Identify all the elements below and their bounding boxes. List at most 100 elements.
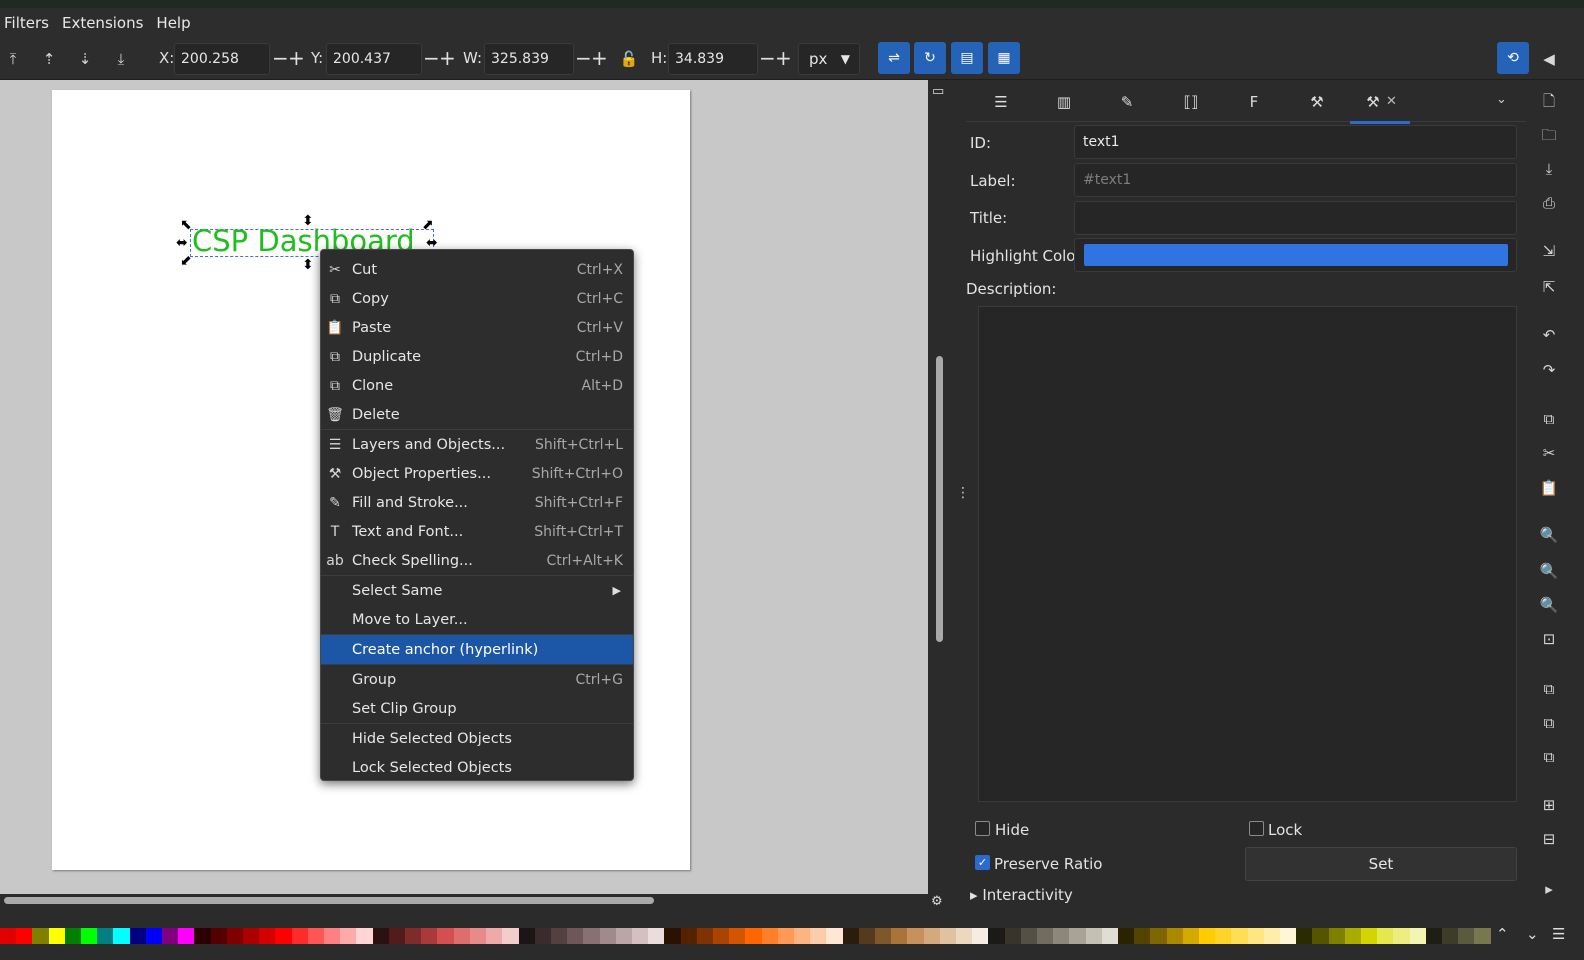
palette-swatch[interactable] [567, 928, 584, 944]
palette-swatch[interactable] [1085, 928, 1102, 944]
lock-ratio-icon[interactable]: 🔓 [618, 48, 640, 70]
palette-swatch[interactable] [259, 928, 276, 944]
palette-swatch[interactable] [210, 928, 227, 944]
palette-swatch[interactable] [988, 928, 1005, 944]
palette-swatch[interactable] [486, 928, 503, 944]
ungroup-icon[interactable]: ⊟ [1538, 828, 1560, 850]
palette-swatch[interactable] [858, 928, 875, 944]
snap-toggle-icon[interactable]: ⟲ [1497, 42, 1529, 74]
palette-swatch[interactable] [226, 928, 244, 944]
palette-swatch[interactable] [48, 928, 65, 944]
palette-swatch[interactable] [405, 928, 422, 944]
menu-item-check-spelling[interactable]: ab Check Spelling... Ctrl+Alt+K [321, 546, 633, 575]
palette-swatch[interactable] [1069, 928, 1086, 944]
menu-item-delete[interactable]: 🗑 Delete [321, 400, 633, 429]
menu-item-select-same[interactable]: Select Same ▶ [321, 576, 633, 605]
palette-swatch[interactable] [324, 928, 341, 944]
scale-handle-tr-icon[interactable]: ⬈ [422, 218, 434, 232]
h-decrement-button[interactable]: − [759, 47, 776, 69]
palette-swatch[interactable] [1150, 928, 1167, 944]
palette-swatch[interactable] [648, 928, 665, 944]
chevron-down-icon[interactable]: ⌄ [1496, 92, 1507, 107]
palette-scroll-up-icon[interactable]: ⌃ [1496, 925, 1509, 943]
tab-transform-icon[interactable]: ⚒ [1302, 90, 1332, 114]
x-decrement-button[interactable]: − [272, 47, 289, 69]
palette-swatch[interactable] [1118, 928, 1135, 944]
open-icon[interactable]: 🗀 [1538, 124, 1560, 146]
palette-swatch[interactable] [1361, 928, 1378, 944]
scale-handle-top-icon[interactable]: ⬍ [302, 214, 314, 228]
palette-swatch[interactable] [955, 928, 973, 944]
palette-swatch[interactable] [1199, 928, 1216, 944]
menu-item-fill-and-stroke[interactable]: ✎ Fill and Stroke... Shift+Ctrl+F [321, 488, 633, 517]
menu-filters[interactable]: Filters [0, 14, 58, 32]
palette-swatch[interactable] [421, 928, 438, 944]
lower-icon[interactable]: ⇣ [74, 48, 96, 70]
palette-swatch[interactable] [372, 928, 389, 944]
new-document-icon[interactable]: 🗋 [1538, 90, 1560, 112]
duplicate-icon[interactable]: ⧉ [1538, 678, 1560, 700]
scale-handle-left-icon[interactable]: ⬌ [176, 236, 188, 250]
palette-menu-icon[interactable]: ☰ [1552, 925, 1565, 943]
dock-resize-grip[interactable]: ⋮ [952, 80, 970, 908]
more-commands-icon[interactable]: ▸ [1538, 878, 1560, 900]
copy-icon[interactable]: ⧉ [1538, 408, 1560, 430]
palette-swatch[interactable] [1344, 928, 1362, 944]
palette-swatch[interactable] [745, 928, 762, 944]
menu-item-paste[interactable]: 📋 Paste Ctrl+V [321, 313, 633, 342]
menu-item-layers-and-objects[interactable]: ☰ Layers and Objects... Shift+Ctrl+L [321, 430, 633, 459]
menu-extensions[interactable]: Extensions [58, 14, 152, 32]
palette-swatch[interactable] [599, 928, 616, 944]
vertical-scrollbar[interactable]: ▭ ⚙ [928, 80, 952, 909]
palette-swatch[interactable] [1474, 928, 1491, 944]
scale-handle-tl-icon[interactable]: ⬉ [180, 218, 192, 232]
palette-swatch[interactable] [1101, 928, 1119, 944]
palette-swatch[interactable] [437, 928, 454, 944]
menu-item-create-anchor-hyperlink[interactable]: Create anchor (hyperlink) [321, 635, 633, 664]
paste-icon[interactable]: 📋 [1538, 477, 1560, 499]
y-decrement-button[interactable]: − [423, 47, 440, 69]
palette-swatch[interactable] [1377, 928, 1394, 944]
palette-swatch[interactable] [113, 928, 130, 944]
palette-swatch[interactable] [729, 928, 746, 944]
palette-swatch[interactable] [793, 928, 811, 944]
hide-checkbox[interactable] [975, 821, 990, 836]
palette-swatch[interactable] [1020, 928, 1037, 944]
palette-swatch[interactable] [874, 928, 892, 944]
palette-swatch[interactable] [583, 928, 600, 944]
menu-help[interactable]: Help [152, 14, 199, 32]
palette-swatch[interactable] [178, 928, 195, 944]
h-input[interactable]: 34.839 [668, 43, 758, 75]
palette-swatch[interactable] [1231, 928, 1248, 944]
transform-patterns-icon[interactable]: ▦ [988, 42, 1020, 74]
menu-item-set-clip-group[interactable]: Set Clip Group [321, 694, 633, 723]
palette-swatch[interactable] [761, 928, 778, 944]
palette-swatch[interactable] [1442, 928, 1459, 944]
save-icon[interactable]: ⤓ [1538, 158, 1560, 180]
zoom-selection-icon[interactable]: 🔍 [1538, 524, 1560, 546]
scale-corners-icon[interactable]: ↻ [914, 42, 946, 74]
palette-swatch[interactable] [1458, 928, 1475, 944]
menu-item-lock-selected-objects[interactable]: Lock Selected Objects [321, 753, 633, 782]
palette-swatch[interactable] [1425, 928, 1443, 944]
palette-swatch[interactable] [502, 928, 519, 944]
palette-swatch[interactable] [32, 928, 49, 944]
palette-swatch[interactable] [194, 928, 211, 944]
h-increment-button[interactable]: + [775, 47, 792, 69]
palette-swatch[interactable] [923, 928, 940, 944]
menu-item-object-properties[interactable]: ⚒ Object Properties... Shift+Ctrl+O [321, 459, 633, 488]
unit-select[interactable]: px ▼ [798, 43, 860, 75]
scale-handle-bottom-icon[interactable]: ⬍ [302, 258, 314, 272]
palette-swatch[interactable] [307, 928, 325, 944]
zoom-drawing-icon[interactable]: 🔍 [1538, 560, 1560, 582]
tab-align-icon[interactable]: ▥ [1049, 90, 1079, 114]
preserve-ratio-checkbox[interactable]: ✓ [975, 855, 990, 870]
color-management-icon[interactable]: ⚙ [931, 894, 943, 909]
label-input[interactable]: #text1 [1074, 163, 1517, 197]
w-increment-button[interactable]: + [591, 47, 608, 69]
cut-icon[interactable]: ✂ [1538, 442, 1560, 464]
close-tab-icon[interactable]: ✕ [1386, 94, 1397, 109]
palette-swatch[interactable] [972, 928, 989, 944]
palette-swatch[interactable] [1263, 928, 1281, 944]
id-input[interactable]: text1 [1074, 125, 1517, 159]
